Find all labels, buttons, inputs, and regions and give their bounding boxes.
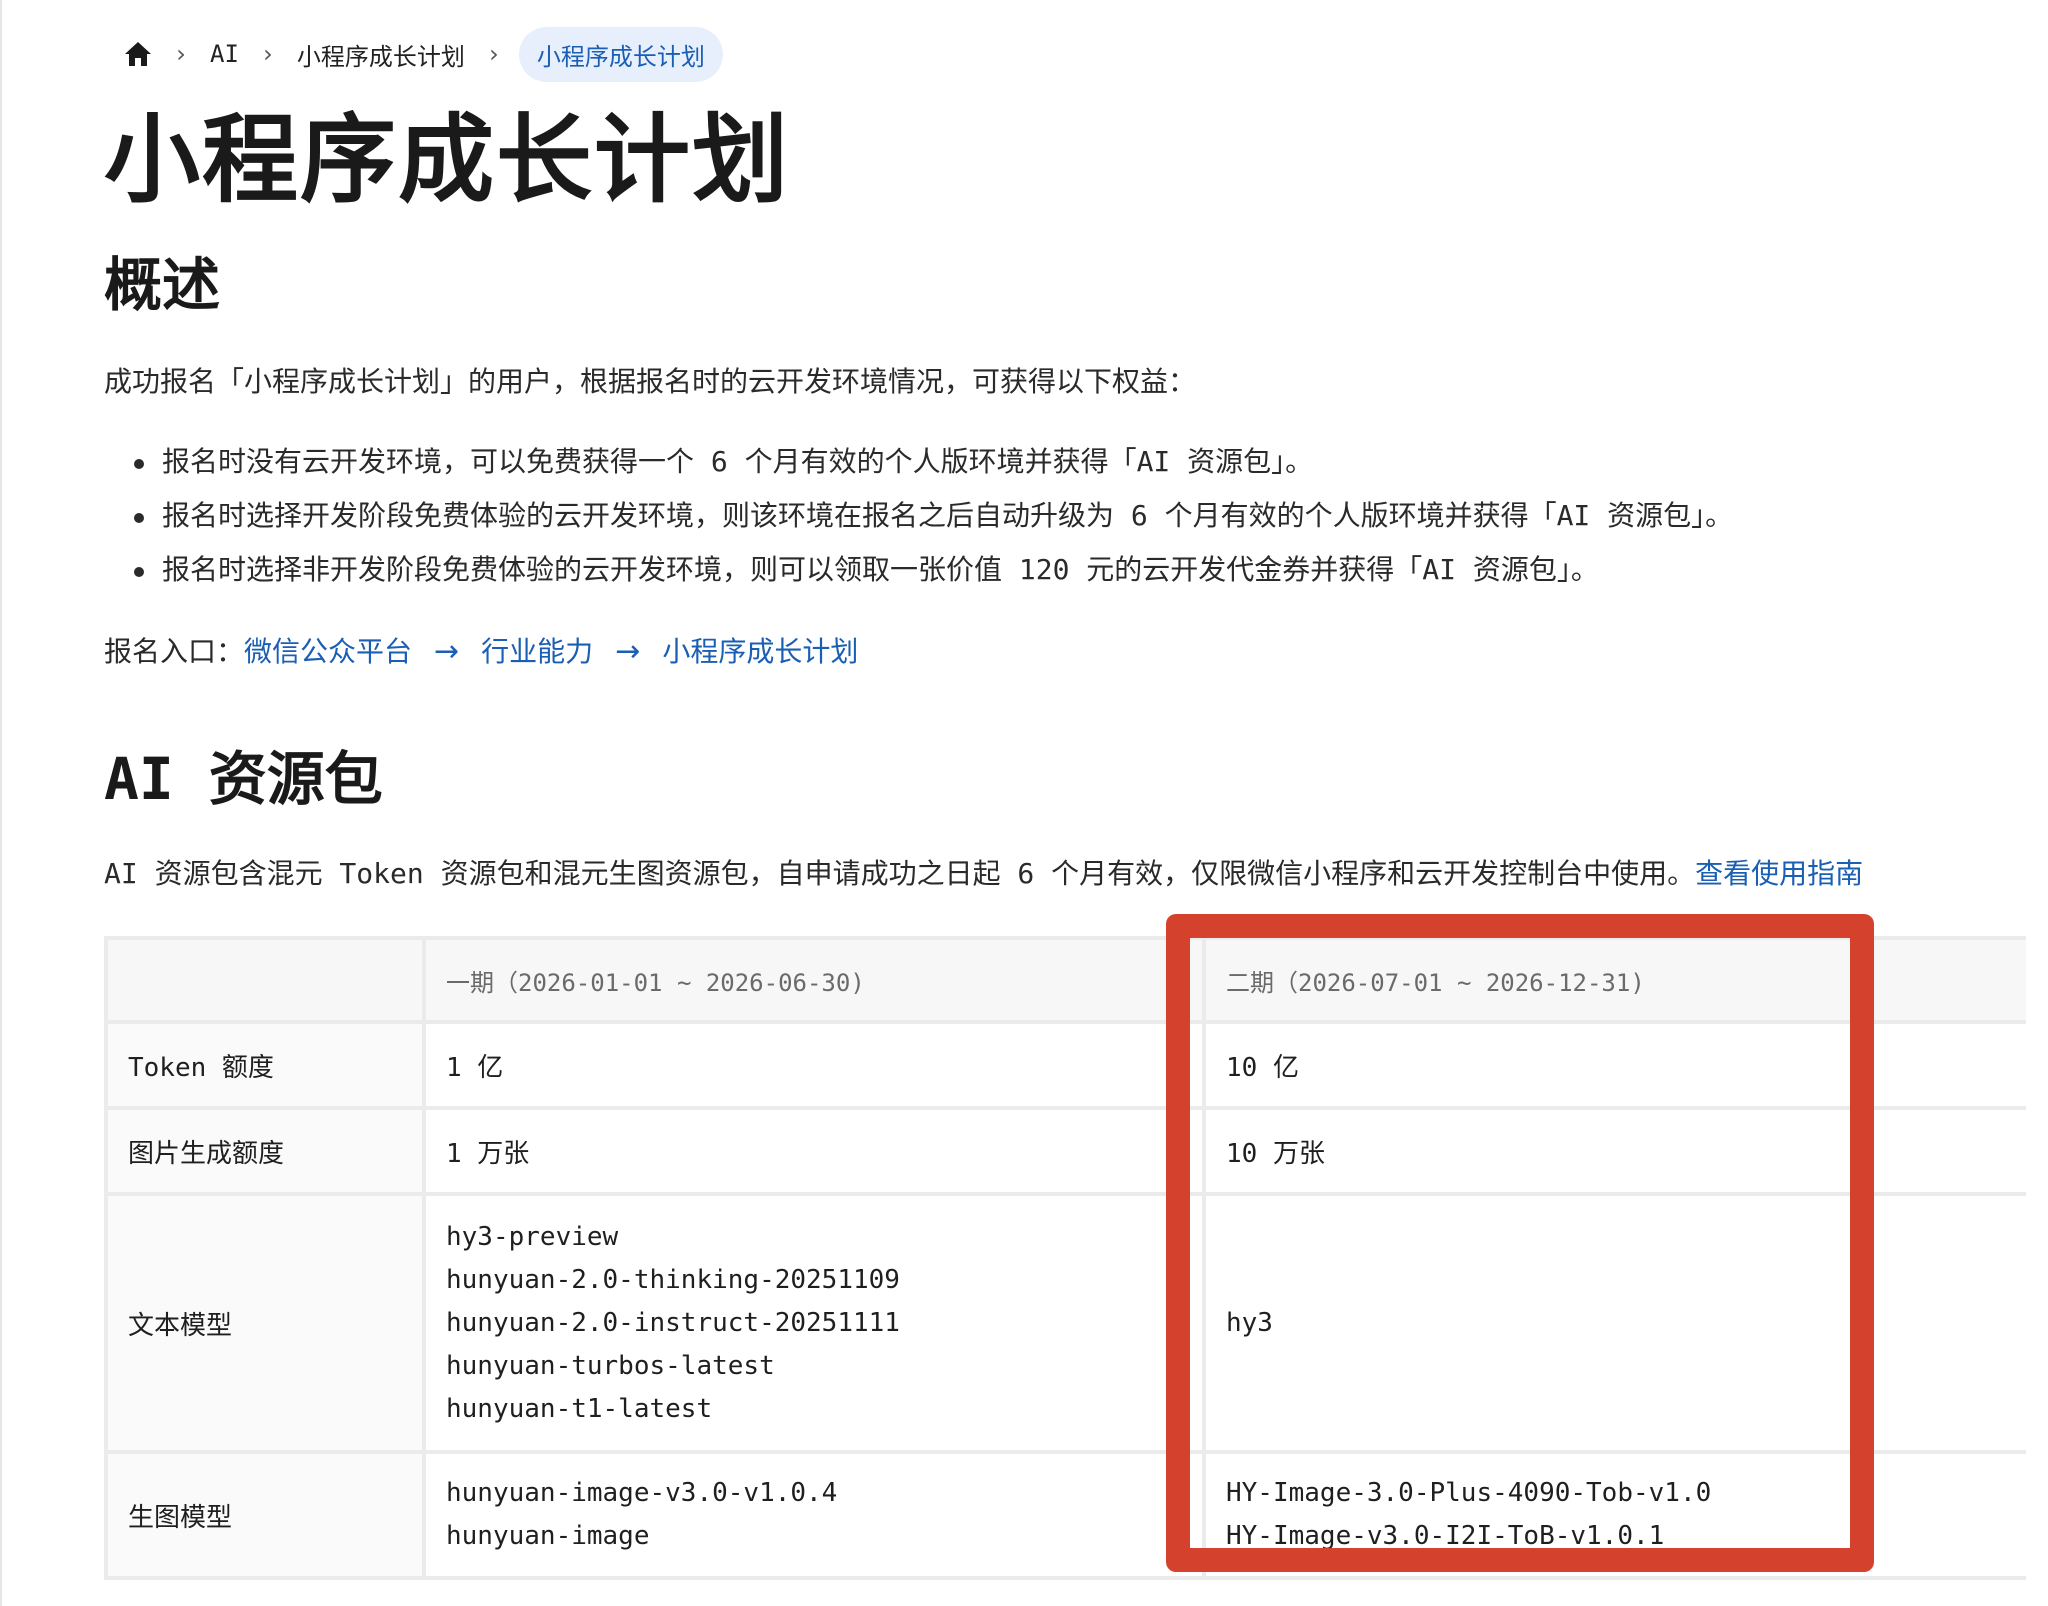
model-name: hunyuan-2.0-thinking-20251109: [446, 1264, 900, 1295]
model-name: hunyuan-2.0-instruct-20251111: [446, 1307, 900, 1338]
guide-link[interactable]: 查看使用指南: [1695, 857, 1863, 890]
model-name: hunyuan-t1-latest: [446, 1393, 713, 1424]
arrow-right-icon: →: [615, 634, 641, 669]
cell-phase2: 10 亿: [1202, 1020, 2048, 1110]
table-row: 文本模型 hy3-preview hunyuan-2.0-thinking-20…: [104, 1192, 2048, 1454]
list-item: 报名时没有云开发环境，可以免费获得一个 6 个月有效的个人版环境并获得「AI 资…: [104, 440, 1733, 494]
model-name: hunyuan-turbos-latest: [446, 1350, 775, 1381]
model-name: HY-Image-v3.0-I2I-ToB-v1.0.1: [1226, 1521, 1665, 1551]
entry-label: 报名入口：: [104, 635, 245, 668]
breadcrumb: › AI › 小程序成长计划 › 小程序成长计划: [120, 26, 723, 82]
row-label: Token 额度: [104, 1020, 426, 1110]
cell-phase1: 1 万张: [422, 1106, 1206, 1196]
benefits-list: 报名时没有云开发环境，可以免费获得一个 6 个月有效的个人版环境并获得「AI 资…: [104, 440, 1733, 602]
cell-phase2: HY-Image-3.0-Plus-4090-Tob-v1.0 HY-Image…: [1202, 1450, 2048, 1580]
table-header-phase1: 一期（2026-01-01 ~ 2026-06-30): [422, 936, 1206, 1024]
chevron-right-icon: ›: [489, 40, 499, 68]
model-name: hy3-preview: [446, 1221, 619, 1252]
model-name: hunyuan-image-v3.0-v1.0.4: [446, 1478, 838, 1508]
ai-pack-heading: AI 资源包: [104, 745, 383, 813]
link-wechat-platform[interactable]: 微信公众平台: [244, 630, 412, 674]
table-header-row: 一期（2026-01-01 ~ 2026-06-30) 二期（2026-07-0…: [104, 936, 2048, 1024]
arrow-right-icon: →: [434, 634, 460, 669]
list-item: 报名时选择开发阶段免费体验的云开发环境，则该环境在报名之后自动升级为 6 个月有…: [104, 494, 1733, 548]
row-label: 生图模型: [104, 1450, 426, 1580]
home-icon[interactable]: [120, 36, 156, 72]
cell-phase1: hunyuan-image-v3.0-v1.0.4 hunyuan-image: [422, 1450, 1206, 1580]
ai-pack-description: AI 资源包含混元 Token 资源包和混元生图资源包，自申请成功之日起 6 个…: [104, 852, 1863, 896]
row-label: 图片生成额度: [104, 1106, 426, 1196]
breadcrumb-item-ai[interactable]: AI: [206, 40, 243, 68]
page-title: 小程序成长计划: [104, 104, 790, 216]
table-row: 图片生成额度 1 万张 10 万张: [104, 1106, 2048, 1196]
cell-phase2: 10 万张: [1202, 1106, 2048, 1196]
model-name: hy3: [1226, 1307, 1273, 1338]
list-item: 报名时选择非开发阶段免费体验的云开发环境，则可以领取一张价值 120 元的云开发…: [104, 548, 1733, 602]
overview-intro: 成功报名「小程序成长计划」的用户，根据报名时的云开发环境情况，可获得以下权益：: [104, 365, 1197, 398]
breadcrumb-current: 小程序成长计划: [518, 26, 723, 82]
chevron-right-icon: ›: [176, 40, 186, 68]
model-name: hunyuan-image: [446, 1521, 650, 1551]
page-left-border: [0, 0, 2, 1606]
cell-phase2: hy3: [1202, 1192, 2048, 1454]
breadcrumb-item-growth-plan[interactable]: 小程序成长计划: [293, 37, 469, 72]
model-name: HY-Image-3.0-Plus-4090-Tob-v1.0: [1226, 1478, 1712, 1508]
overview-heading: 概述: [104, 251, 221, 319]
cell-phase1: hy3-preview hunyuan-2.0-thinking-2025110…: [422, 1192, 1206, 1454]
table-header-empty: [104, 936, 426, 1024]
link-industry-capability[interactable]: 行业能力: [481, 630, 593, 674]
table-right-edge: [2026, 936, 2048, 1588]
row-label: 文本模型: [104, 1192, 426, 1454]
signup-entry: 报名入口： 微信公众平台 → 行业能力 → 小程序成长计划: [104, 630, 858, 674]
table-row: Token 额度 1 亿 10 亿: [104, 1020, 2048, 1110]
ai-pack-description-text: AI 资源包含混元 Token 资源包和混元生图资源包，自申请成功之日起 6 个…: [104, 857, 1696, 890]
resource-table: 一期（2026-01-01 ~ 2026-06-30) 二期（2026-07-0…: [104, 936, 2048, 1580]
table-row: 生图模型 hunyuan-image-v3.0-v1.0.4 hunyuan-i…: [104, 1450, 2048, 1580]
chevron-right-icon: ›: [263, 40, 273, 68]
link-growth-plan[interactable]: 小程序成长计划: [662, 630, 858, 674]
table-header-phase2: 二期（2026-07-01 ~ 2026-12-31): [1202, 936, 2048, 1024]
cell-phase1: 1 亿: [422, 1020, 1206, 1110]
